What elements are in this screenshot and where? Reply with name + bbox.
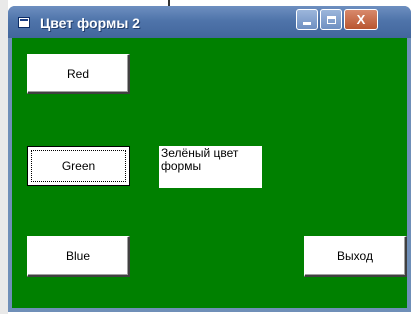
window-title: Цвет формы 2 bbox=[40, 15, 140, 31]
blue-button[interactable]: Blue bbox=[27, 236, 130, 277]
window-bottom-border bbox=[8, 308, 411, 312]
minimize-icon bbox=[303, 22, 311, 25]
color-label: Зелёный цвет формы bbox=[159, 146, 262, 188]
red-button[interactable]: Red bbox=[27, 54, 130, 94]
form-icon[interactable] bbox=[18, 17, 30, 28]
background-left bbox=[0, 0, 8, 314]
maximize-button[interactable] bbox=[320, 9, 342, 30]
green-button[interactable]: Green bbox=[27, 146, 130, 186]
form-client-area: Red Green Зелёный цвет формы Blue Выход bbox=[12, 38, 407, 308]
exit-button[interactable]: Выход bbox=[304, 236, 407, 277]
close-icon: X bbox=[356, 12, 366, 27]
focus-rectangle bbox=[31, 150, 126, 182]
title-bar[interactable]: Цвет формы 2 X bbox=[8, 6, 411, 38]
form-window: Цвет формы 2 X Red Green Зелёный цвет фо… bbox=[8, 6, 411, 312]
close-button[interactable]: X bbox=[344, 9, 378, 30]
minimize-button[interactable] bbox=[296, 9, 318, 30]
maximize-icon bbox=[326, 15, 336, 24]
